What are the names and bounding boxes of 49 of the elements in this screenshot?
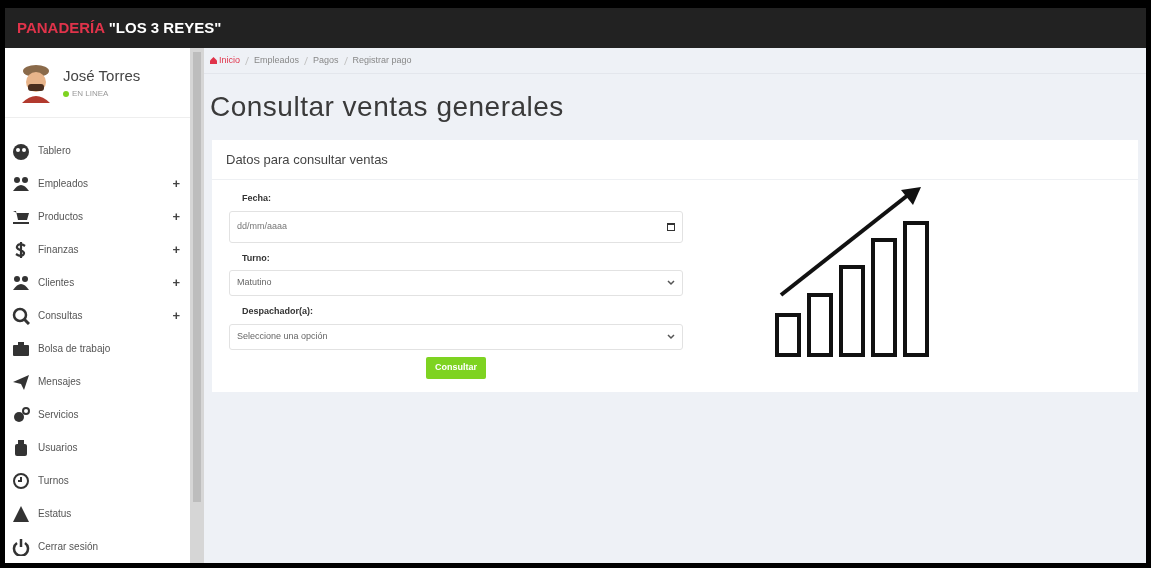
- sidebar-item[interactable]: Turnos: [5, 464, 190, 497]
- calendar-icon: [667, 222, 675, 231]
- select-field[interactable]: Matutino: [229, 270, 683, 296]
- menu-icon: [12, 306, 30, 325]
- field-label: Fecha:: [242, 192, 272, 205]
- scrollbar[interactable]: [190, 48, 204, 563]
- sidebar-item[interactable]: Clientes +: [5, 266, 190, 299]
- card-title: Datos para consultar ventas: [226, 150, 388, 169]
- sidebar-item[interactable]: Productos +: [5, 200, 190, 233]
- select-field[interactable]: Seleccione una opción: [229, 323, 683, 350]
- menu-icon: [12, 372, 30, 391]
- sidebar-item[interactable]: Estatus: [5, 497, 190, 530]
- home-icon: [210, 57, 217, 64]
- page-title: Consultar ventas generales: [209, 90, 565, 124]
- expand-toggle[interactable]: +: [172, 272, 180, 293]
- menu-icon: [12, 174, 30, 193]
- expand-toggle[interactable]: +: [172, 305, 180, 326]
- sidebar-item[interactable]: Tablero: [5, 134, 190, 167]
- breadcrumb-separator-icon: [343, 56, 348, 65]
- sidebar-item[interactable]: Bolsa de trabajo: [5, 332, 190, 365]
- menu-icon: [12, 471, 30, 490]
- breadcrumb-separator-icon: [304, 56, 309, 65]
- menu-icon: [12, 141, 30, 160]
- sidebar-item[interactable]: Mensajes: [5, 365, 190, 398]
- expand-toggle[interactable]: +: [172, 239, 180, 260]
- menu-icon: [12, 339, 30, 358]
- chevron-down-icon: [667, 333, 675, 340]
- user-name: José Torres: [63, 66, 141, 87]
- field-label: Turno:: [242, 251, 271, 265]
- expand-toggle[interactable]: +: [172, 206, 180, 227]
- sidebar-item[interactable]: Empleados +: [5, 167, 190, 200]
- expand-toggle[interactable]: +: [172, 173, 180, 194]
- menu-icon: [12, 273, 30, 292]
- menu-icon: [12, 537, 30, 556]
- chevron-down-icon: [667, 280, 675, 286]
- sidebar-item[interactable]: Consultas +: [5, 299, 190, 332]
- brand-title[interactable]: PANADERÍA "LOS 3 REYES": [17, 16, 222, 40]
- status-label: EN LINEA: [72, 87, 109, 100]
- menu-icon: [12, 504, 30, 523]
- sidebar-item[interactable]: Finanzas +: [5, 233, 190, 266]
- menu-icon: [12, 438, 30, 457]
- sidebar-item[interactable]: Servicios: [5, 398, 190, 431]
- menu-icon: [12, 405, 30, 424]
- sidebar-item[interactable]: Cerrar sesión: [5, 530, 190, 563]
- breadcrumb-separator-icon: [245, 56, 249, 65]
- field-label: Despachador(a):: [242, 305, 314, 318]
- date-field[interactable]: dd/mm/aaaa: [229, 210, 683, 243]
- breadcrumb-home-link[interactable]: Inicio: [210, 53, 240, 68]
- sidebar-item[interactable]: Usuarios: [5, 431, 190, 464]
